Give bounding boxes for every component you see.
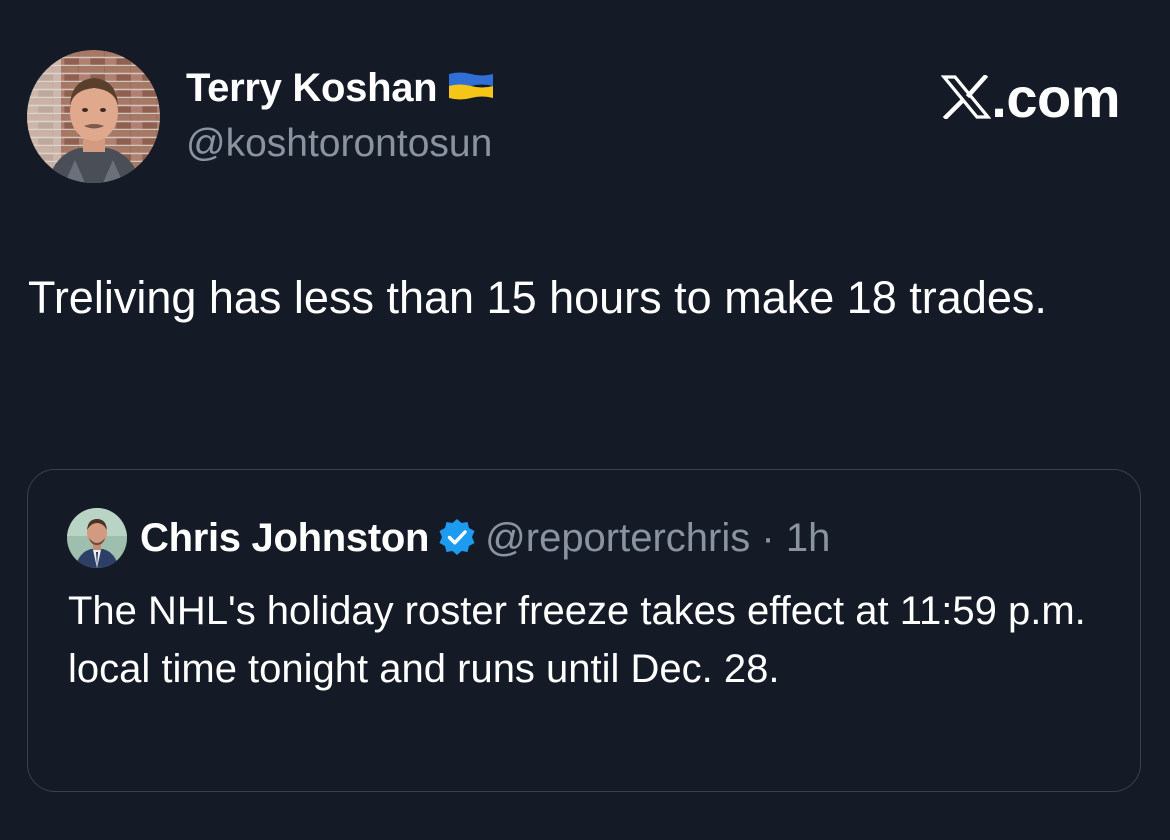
x-brand-logo: .com [941, 70, 1120, 126]
brand-domain-text: .com [991, 66, 1120, 129]
x-logo-icon [941, 75, 992, 119]
quoted-author-name[interactable]: Chris Johnston [140, 516, 429, 560]
meta-separator: · [761, 516, 775, 560]
quoted-author-handle[interactable]: @reporterchris [485, 516, 750, 560]
ukraine-flag-icon [449, 72, 494, 100]
author-avatar[interactable] [27, 50, 160, 183]
quoted-post-card[interactable]: Chris Johnston @reporterchris · 1h The N… [27, 469, 1141, 792]
post-text: Treliving has less than 15 hours to make… [28, 272, 1047, 323]
author-name-text: Terry Koshan [186, 66, 438, 110]
author-handle[interactable]: @koshtorontosun [186, 122, 492, 166]
author-photo [27, 50, 160, 183]
quoted-post-header: Chris Johnston @reporterchris · 1h [140, 514, 830, 562]
author-display-name[interactable]: Terry Koshan [186, 66, 495, 111]
quoted-post-timestamp[interactable]: 1h [786, 516, 831, 560]
verified-badge-icon [439, 519, 475, 555]
quoted-post-text: The NHL's holiday roster freeze takes ef… [68, 589, 1086, 691]
quoted-author-photo [67, 508, 127, 568]
quoted-author-avatar[interactable] [67, 508, 127, 568]
